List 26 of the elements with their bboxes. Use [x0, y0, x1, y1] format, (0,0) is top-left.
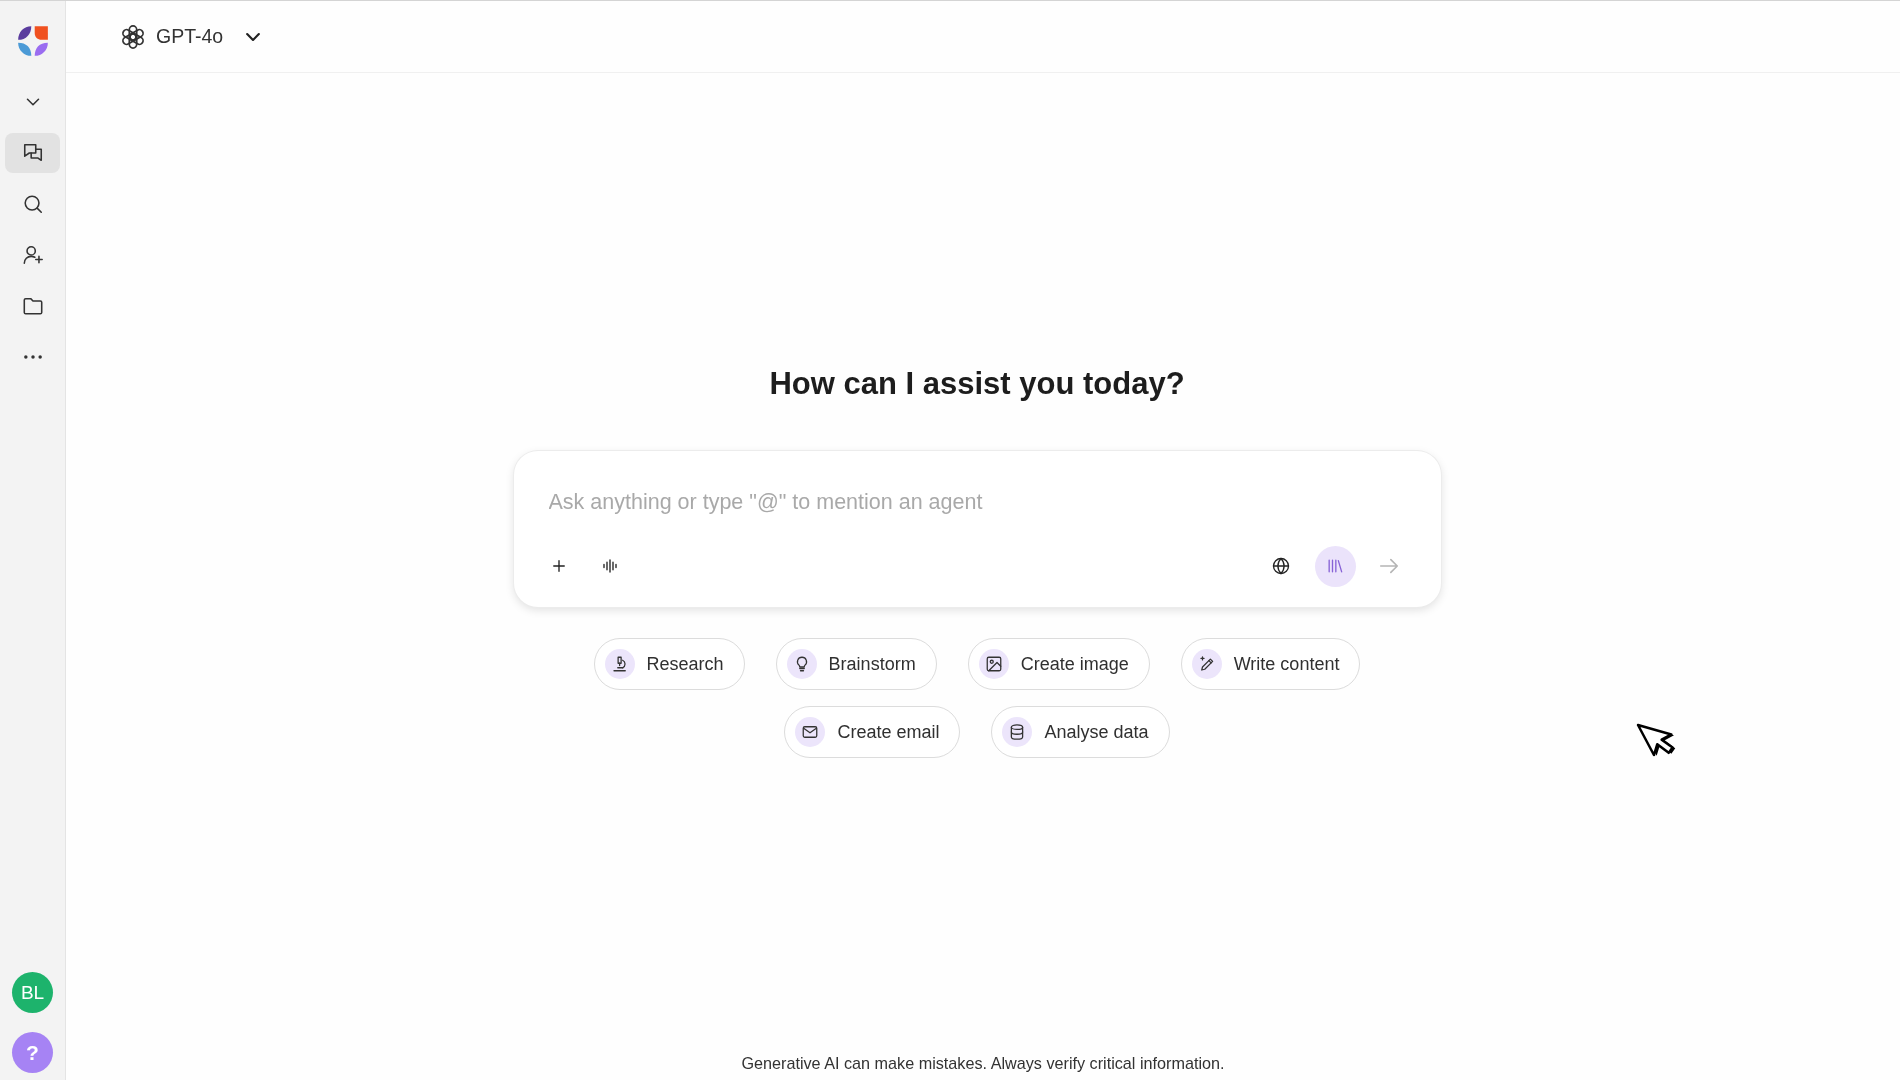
knot-logo-icon: [120, 23, 146, 50]
chat-bubbles-icon: [21, 142, 44, 164]
microscope-icon: [604, 649, 635, 679]
disclaimer-text: Generative AI can make mistakes. Always verify critical information.: [741, 1053, 1225, 1073]
user-plus-icon: [21, 244, 44, 266]
image-icon: [978, 649, 1009, 679]
globe-icon: [1270, 556, 1291, 576]
message-input[interactable]: Ask anything or type "@" to mention an agent: [548, 487, 1400, 517]
library-toggle[interactable]: [1314, 545, 1356, 587]
more-icon: [23, 355, 42, 359]
suggestion-chip[interactable]: Analyse data: [991, 706, 1170, 758]
suggestion-chip[interactable]: Research: [593, 638, 745, 690]
model-selector[interactable]: GPT-4o: [120, 23, 264, 50]
welcome-heading: How can I assist you today?: [769, 365, 1185, 403]
envelope-icon: [795, 717, 826, 747]
petal-logo-icon: [16, 25, 49, 57]
folder-icon: [21, 295, 44, 317]
lightbulb-icon: [786, 649, 817, 679]
suggestion-chip[interactable]: Brainstorm: [775, 638, 937, 690]
suggestion-chip[interactable]: Write content: [1180, 638, 1361, 690]
chats-button[interactable]: [5, 133, 60, 173]
suggestion-chip[interactable]: Create email: [784, 706, 961, 758]
database-icon: [1002, 717, 1033, 747]
waveform-icon: [600, 557, 619, 575]
pen-sparkle-icon: [1191, 649, 1222, 679]
suggestion-chip[interactable]: Create image: [967, 638, 1150, 690]
